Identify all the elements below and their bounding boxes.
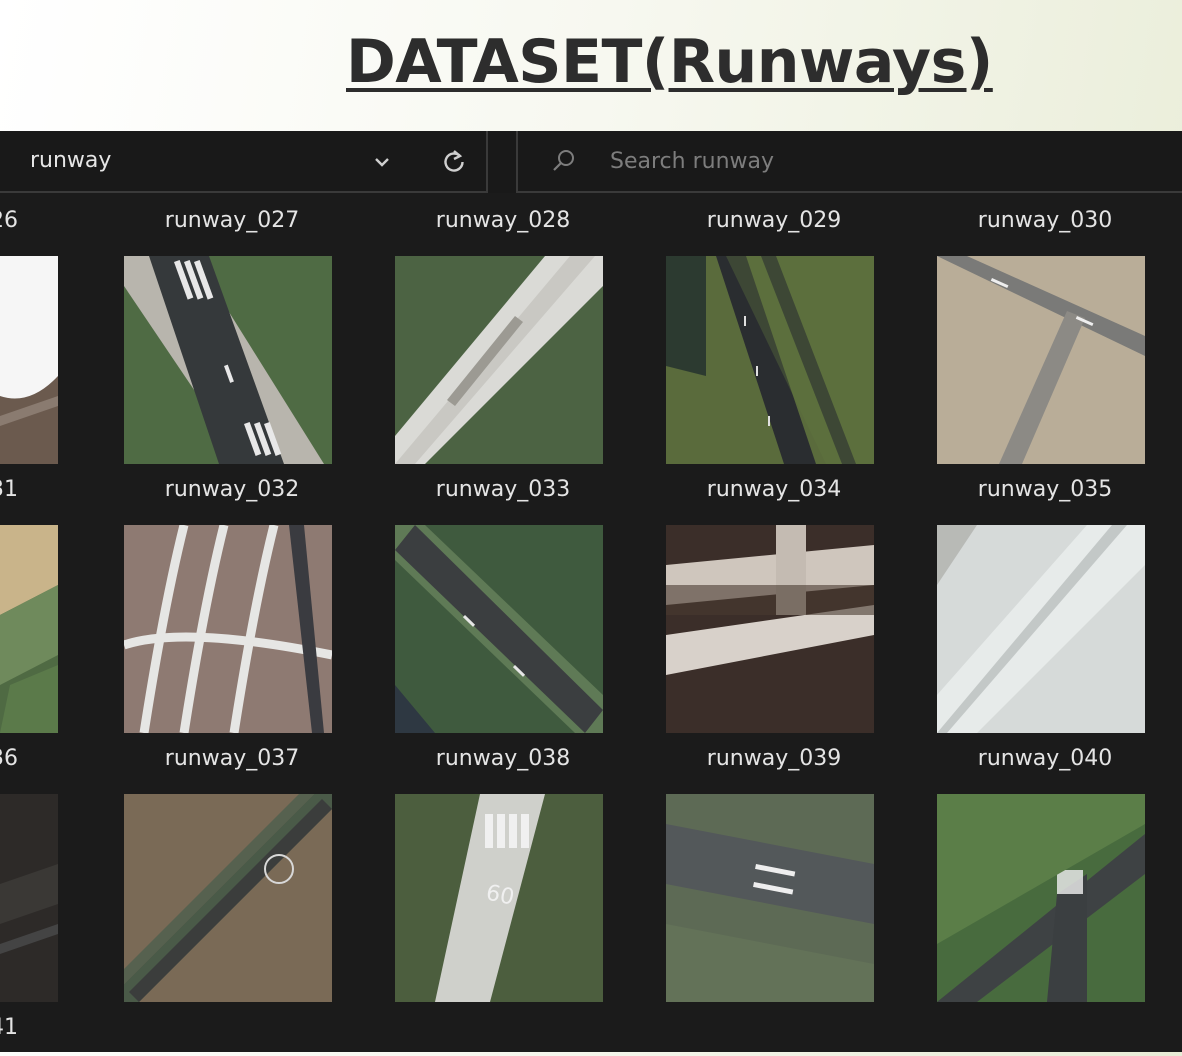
slide-title: DATASET(Runways) [346, 27, 993, 97]
thumbnail-image[interactable] [395, 525, 603, 733]
thumbnail-image[interactable] [666, 794, 874, 1002]
thumbnail-image[interactable]: 60 [395, 794, 603, 1002]
address-bar[interactable]: › runway [0, 131, 488, 193]
breadcrumb-chevron-icon[interactable]: › [0, 147, 10, 175]
file-item[interactable]: runway_028 [383, 193, 623, 464]
file-name[interactable]: runway_035 [925, 470, 1165, 510]
explorer-toolbar: › runway [0, 131, 1182, 193]
file-explorer-window: › runway 26 31 36 [0, 131, 1182, 1052]
partial-thumbnail[interactable] [0, 256, 58, 464]
file-item[interactable]: runway_037 [112, 731, 352, 1002]
thumbnail-image[interactable] [937, 525, 1145, 733]
thumbnail-image[interactable] [395, 256, 603, 464]
address-folder-name[interactable]: runway [30, 145, 111, 177]
partial-file-label[interactable]: 41 [0, 1008, 50, 1048]
file-item[interactable]: runway_030 [925, 193, 1165, 464]
file-item[interactable]: runway_027 [112, 193, 352, 464]
file-item[interactable]: runway_035 [925, 462, 1165, 733]
file-name[interactable]: runway_037 [112, 739, 352, 779]
file-item[interactable]: runway_040 [925, 731, 1165, 1002]
file-item[interactable]: runway_029 [654, 193, 894, 464]
file-name[interactable]: runway_030 [925, 201, 1165, 241]
thumbnail-image[interactable] [124, 794, 332, 1002]
partial-file-label[interactable]: 36 [0, 739, 50, 779]
file-item[interactable]: runway_032 [112, 462, 352, 733]
file-item[interactable]: runway_033 [383, 462, 623, 733]
partial-thumbnail[interactable] [0, 794, 58, 1002]
partial-file-label[interactable]: 26 [0, 201, 50, 241]
file-item[interactable]: runway_034 [654, 462, 894, 733]
partial-thumbnail[interactable] [0, 525, 58, 733]
refresh-icon[interactable] [440, 147, 468, 175]
search-input[interactable] [610, 144, 1010, 178]
file-name[interactable]: runway_027 [112, 201, 352, 241]
file-name[interactable]: runway_034 [654, 470, 894, 510]
file-grid: 26 31 36 41 runway_027 runway_028 [0, 193, 1182, 1052]
thumbnail-image[interactable] [666, 525, 874, 733]
file-name[interactable]: runway_033 [383, 470, 623, 510]
thumbnail-image[interactable] [124, 525, 332, 733]
search-box[interactable] [516, 131, 1182, 193]
file-name[interactable]: runway_040 [925, 739, 1165, 779]
file-name[interactable]: runway_028 [383, 201, 623, 241]
file-item[interactable]: runway_038 60 [383, 731, 623, 1002]
file-name[interactable]: runway_032 [112, 470, 352, 510]
file-name[interactable]: runway_029 [654, 201, 894, 241]
thumbnail-image[interactable] [937, 794, 1145, 1002]
partial-file-label[interactable]: 31 [0, 470, 50, 510]
chevron-down-icon[interactable] [371, 151, 393, 173]
thumbnail-image[interactable] [937, 256, 1145, 464]
file-name[interactable]: runway_038 [383, 739, 623, 779]
thumbnail-image[interactable] [124, 256, 332, 464]
file-item[interactable]: runway_039 [654, 731, 894, 1002]
slide-title-area: DATASET(Runways) [0, 22, 1182, 112]
search-icon[interactable] [550, 147, 578, 175]
thumbnail-image[interactable] [666, 256, 874, 464]
file-name[interactable]: runway_039 [654, 739, 894, 779]
